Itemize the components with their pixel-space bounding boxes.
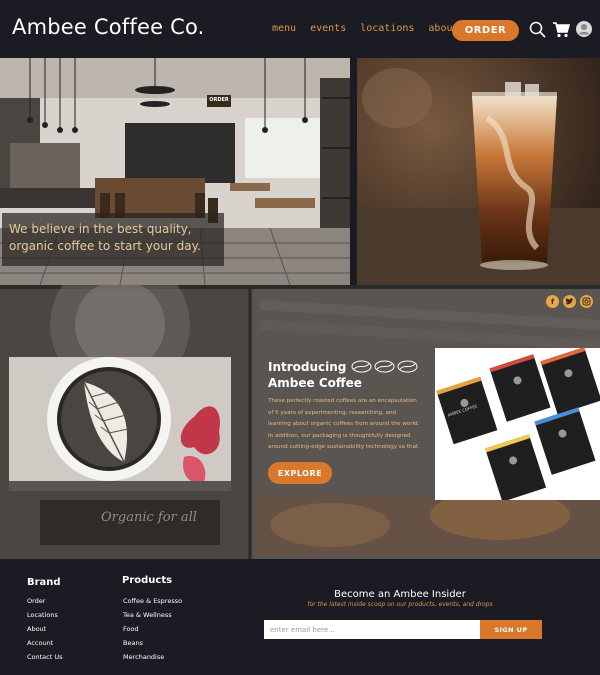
iced-coffee-image [357, 58, 600, 285]
facebook-icon[interactable]: f [546, 295, 559, 308]
hero-tagline: We believe in the best quality, organic … [2, 213, 224, 266]
intro-title: Introducing Ambee Coffee [268, 359, 362, 391]
footer-link-merch[interactable]: Merchandise [123, 653, 164, 661]
insider-title: Become an Ambee Insider [334, 589, 466, 600]
signup-button[interactable]: SIGN UP [480, 620, 542, 639]
user-avatar-icon[interactable] [575, 20, 593, 38]
footer-link-coffee[interactable]: Coffee & Espresso [123, 597, 182, 605]
latte-art-image [9, 357, 231, 491]
wall-sign-text: Organic for all [101, 510, 197, 525]
footer-link-account[interactable]: Account [27, 639, 53, 647]
footer-link-contact[interactable]: Contact Us [27, 653, 63, 661]
order-button[interactable]: ORDER [452, 20, 519, 41]
nav-locations[interactable]: locations [360, 23, 414, 34]
site-logo[interactable]: Ambee Coffee Co. [12, 15, 205, 39]
search-icon[interactable] [528, 20, 546, 38]
site-header: Ambee Coffee Co. menu events locations a… [0, 0, 600, 58]
coffee-bean-icon [397, 360, 418, 373]
coffee-packaging-image: AMBEE COFFEE [435, 348, 600, 500]
coffee-bean-icon [374, 360, 395, 373]
cafe-order-sign: ORDER [209, 97, 229, 103]
intro-title-line1: Introducing [268, 360, 347, 374]
explore-button[interactable]: EXPLORE [268, 462, 332, 484]
instagram-icon[interactable] [580, 295, 593, 308]
footer-link-order[interactable]: Order [27, 597, 45, 605]
coffee-bean-icons [351, 360, 418, 373]
main-nav: menu events locations about [272, 23, 459, 34]
footer-link-tea[interactable]: Tea & Wellness [123, 611, 172, 619]
cart-icon[interactable] [552, 20, 570, 38]
footer-products-heading: Products [122, 575, 173, 586]
intro-body: These perfectly roasted coffees are an e… [268, 398, 420, 451]
coffee-bean-icon [351, 360, 372, 373]
site-footer [0, 559, 600, 675]
nav-menu[interactable]: menu [272, 23, 296, 34]
email-input[interactable] [264, 620, 480, 639]
footer-link-beans[interactable]: Beans [123, 639, 143, 647]
twitter-icon[interactable] [563, 295, 576, 308]
footer-link-food[interactable]: Food [123, 625, 139, 633]
nav-events[interactable]: events [310, 23, 346, 34]
footer-brand-heading: Brand [27, 577, 61, 588]
insider-subtitle: for the latest inside scoop on our produ… [307, 601, 493, 608]
footer-link-about[interactable]: About [27, 625, 46, 633]
intro-title-line2: Ambee Coffee [268, 376, 362, 390]
footer-link-locations[interactable]: Locations [27, 611, 58, 619]
